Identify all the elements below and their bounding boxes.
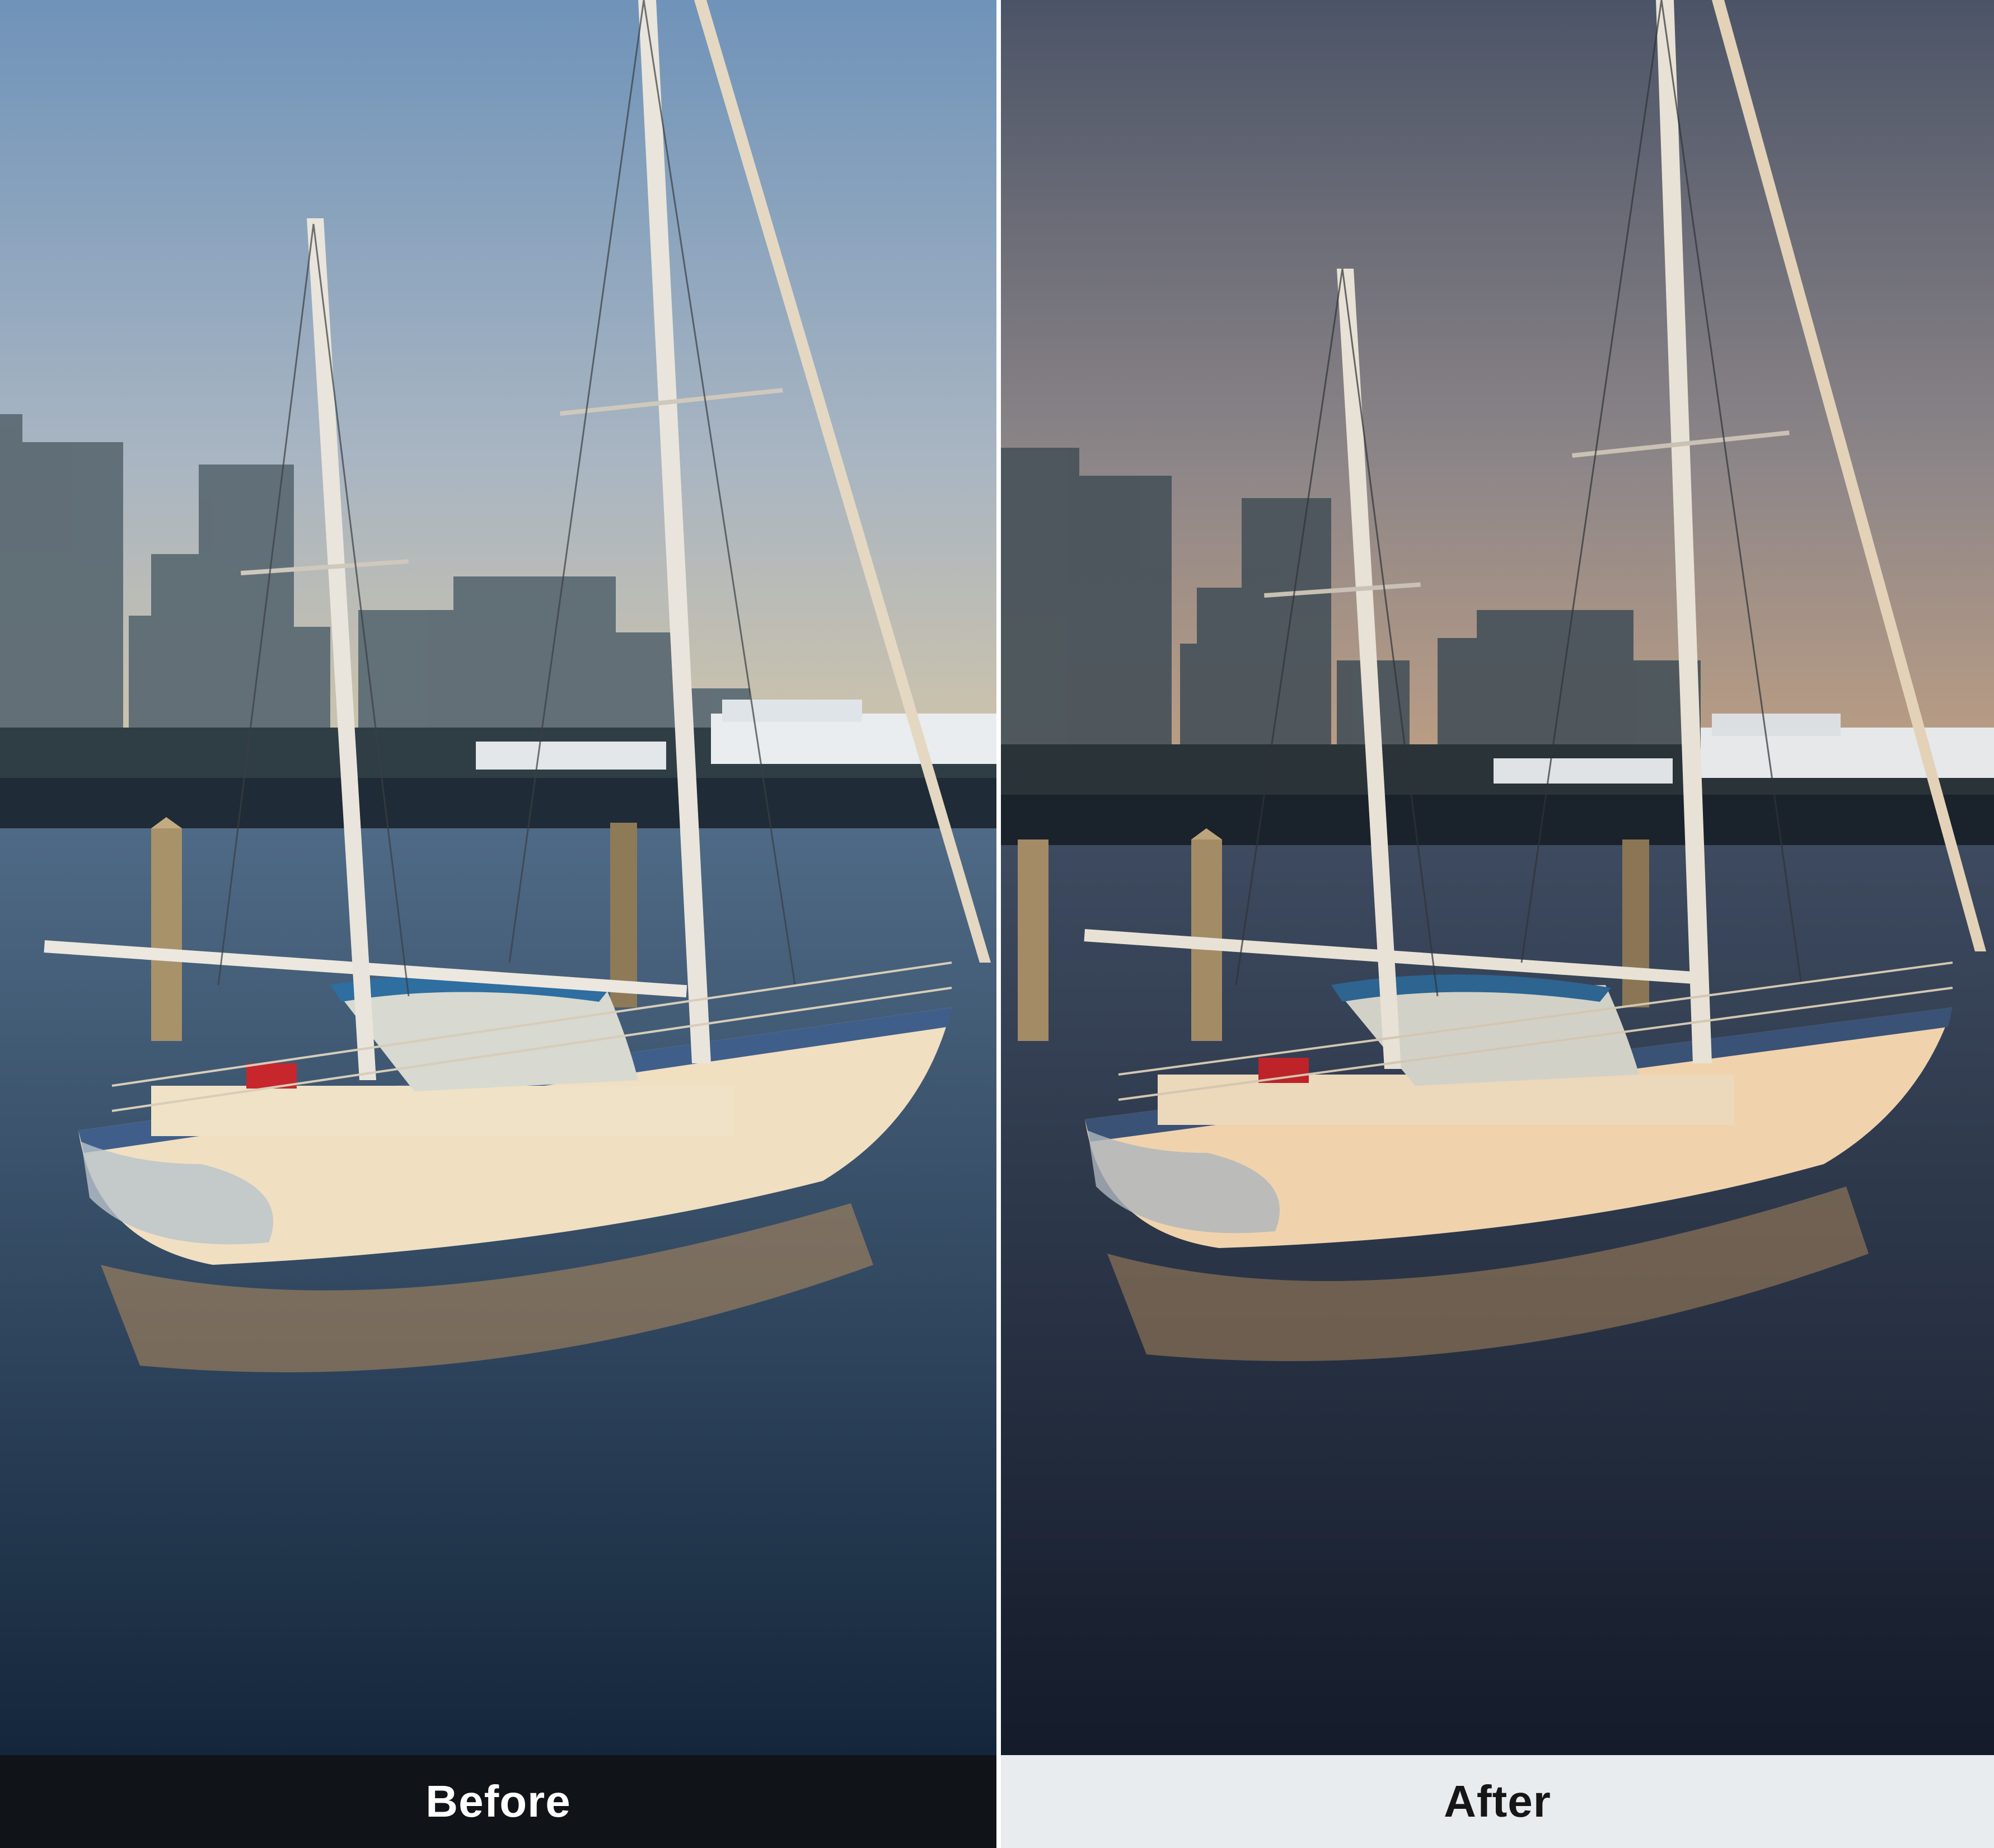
after-panel: After	[1001, 0, 1994, 1848]
panel-divider	[996, 0, 1001, 1848]
sailboat-harbor-image-edited	[1001, 0, 1994, 1755]
after-label: After	[1444, 1776, 1551, 1826]
before-label-bar: Before	[0, 1755, 996, 1848]
before-photo	[0, 0, 996, 1755]
before-panel: Before	[0, 0, 996, 1848]
after-photo	[1001, 0, 1994, 1755]
after-label-bar: After	[1001, 1755, 1994, 1848]
sailboat-harbor-image	[0, 0, 996, 1755]
before-label: Before	[425, 1776, 571, 1826]
